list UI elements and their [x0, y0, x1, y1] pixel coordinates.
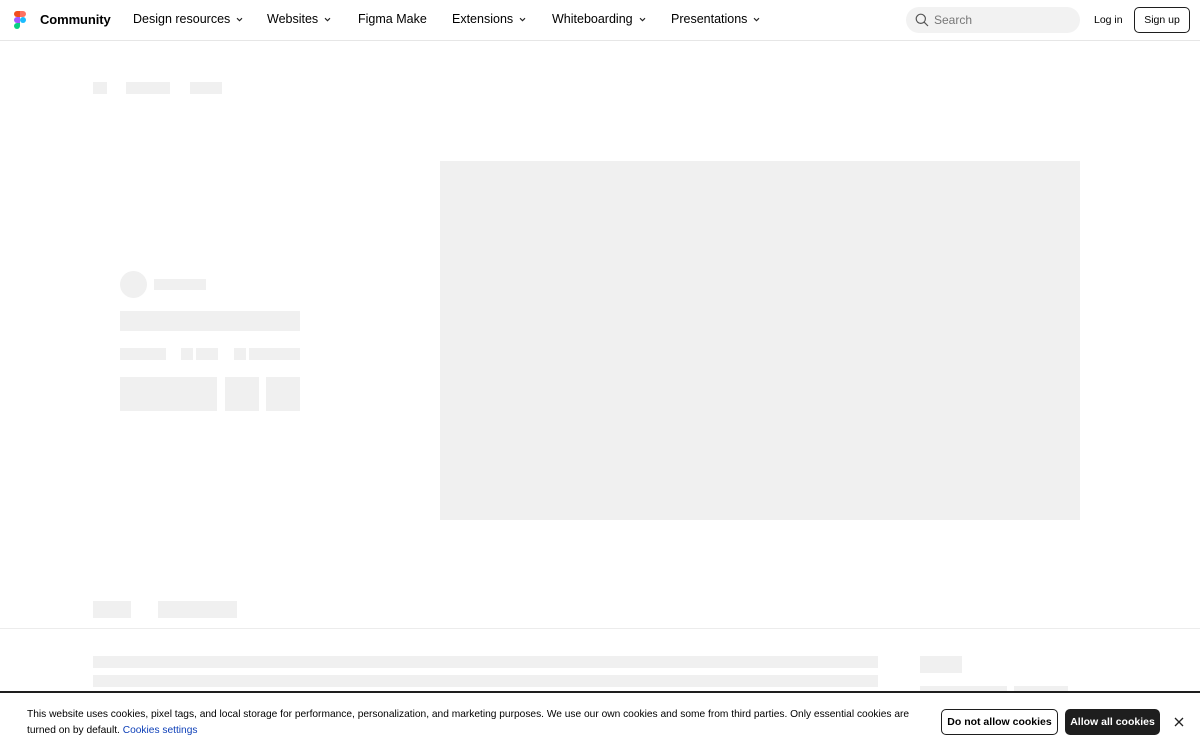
nav-presentations[interactable]: Presentations	[671, 12, 761, 26]
tab-skeleton	[93, 601, 131, 618]
meta-skeleton	[196, 348, 218, 360]
breadcrumb-skeleton-item	[126, 82, 170, 94]
figma-logo-icon[interactable]	[14, 11, 26, 29]
secondary-action-skeleton	[266, 377, 300, 411]
breadcrumb-skeleton-item	[190, 82, 222, 94]
cookie-message: This website uses cookies, pixel tags, a…	[27, 707, 927, 739]
author-name-skeleton	[154, 279, 206, 290]
nav-label: Websites	[267, 12, 319, 26]
nav-websites[interactable]: Websites	[267, 12, 332, 26]
meta-skeleton	[120, 348, 166, 360]
title-skeleton	[120, 311, 300, 331]
tab-skeleton	[158, 601, 237, 618]
search-input[interactable]	[934, 11, 1074, 29]
deny-cookies-button[interactable]: Do not allow cookies	[941, 709, 1058, 735]
primary-action-skeleton	[120, 377, 217, 411]
cookies-settings-link[interactable]: Cookies settings	[123, 725, 198, 736]
tab-divider	[0, 628, 1200, 629]
community-brand-link[interactable]: Community	[40, 12, 111, 27]
nav-design-resources[interactable]: Design resources	[133, 12, 244, 26]
meta-skeleton	[249, 348, 300, 360]
nav-whiteboarding[interactable]: Whiteboarding	[552, 12, 647, 26]
chevron-down-icon	[754, 17, 760, 21]
search-icon	[915, 13, 929, 27]
search-box[interactable]	[906, 7, 1080, 33]
chevron-down-icon	[519, 17, 526, 21]
breadcrumb-skeleton-icon	[93, 82, 107, 94]
chevron-down-icon	[639, 17, 645, 21]
meta-skeleton-icon	[234, 348, 246, 360]
nav-extensions[interactable]: Extensions	[452, 12, 527, 26]
secondary-action-skeleton	[225, 377, 259, 411]
description-line-skeleton	[93, 675, 878, 687]
preview-image-skeleton	[440, 161, 1080, 520]
top-navigation-bar: Community Design resources Websites Figm…	[0, 0, 1200, 41]
nav-label: Extensions	[452, 12, 514, 26]
close-icon[interactable]	[1173, 716, 1185, 728]
cookie-consent-banner: This website uses cookies, pixel tags, a…	[0, 691, 1200, 750]
nav-label: Figma Make	[358, 12, 427, 26]
chevron-down-icon	[324, 17, 331, 21]
nav-label: Presentations	[671, 12, 748, 26]
avatar-skeleton	[120, 271, 147, 298]
chevron-down-icon	[236, 17, 243, 21]
nav-label: Whiteboarding	[552, 12, 633, 26]
meta-skeleton-icon	[181, 348, 193, 360]
nav-figma-make[interactable]: Figma Make	[358, 12, 427, 26]
login-link[interactable]: Log in	[1094, 14, 1123, 26]
sidebar-heading-skeleton	[920, 656, 962, 673]
signup-button[interactable]: Sign up	[1134, 7, 1190, 33]
allow-cookies-button[interactable]: Allow all cookies	[1065, 709, 1160, 735]
nav-label: Design resources	[133, 12, 231, 26]
description-line-skeleton	[93, 656, 878, 668]
